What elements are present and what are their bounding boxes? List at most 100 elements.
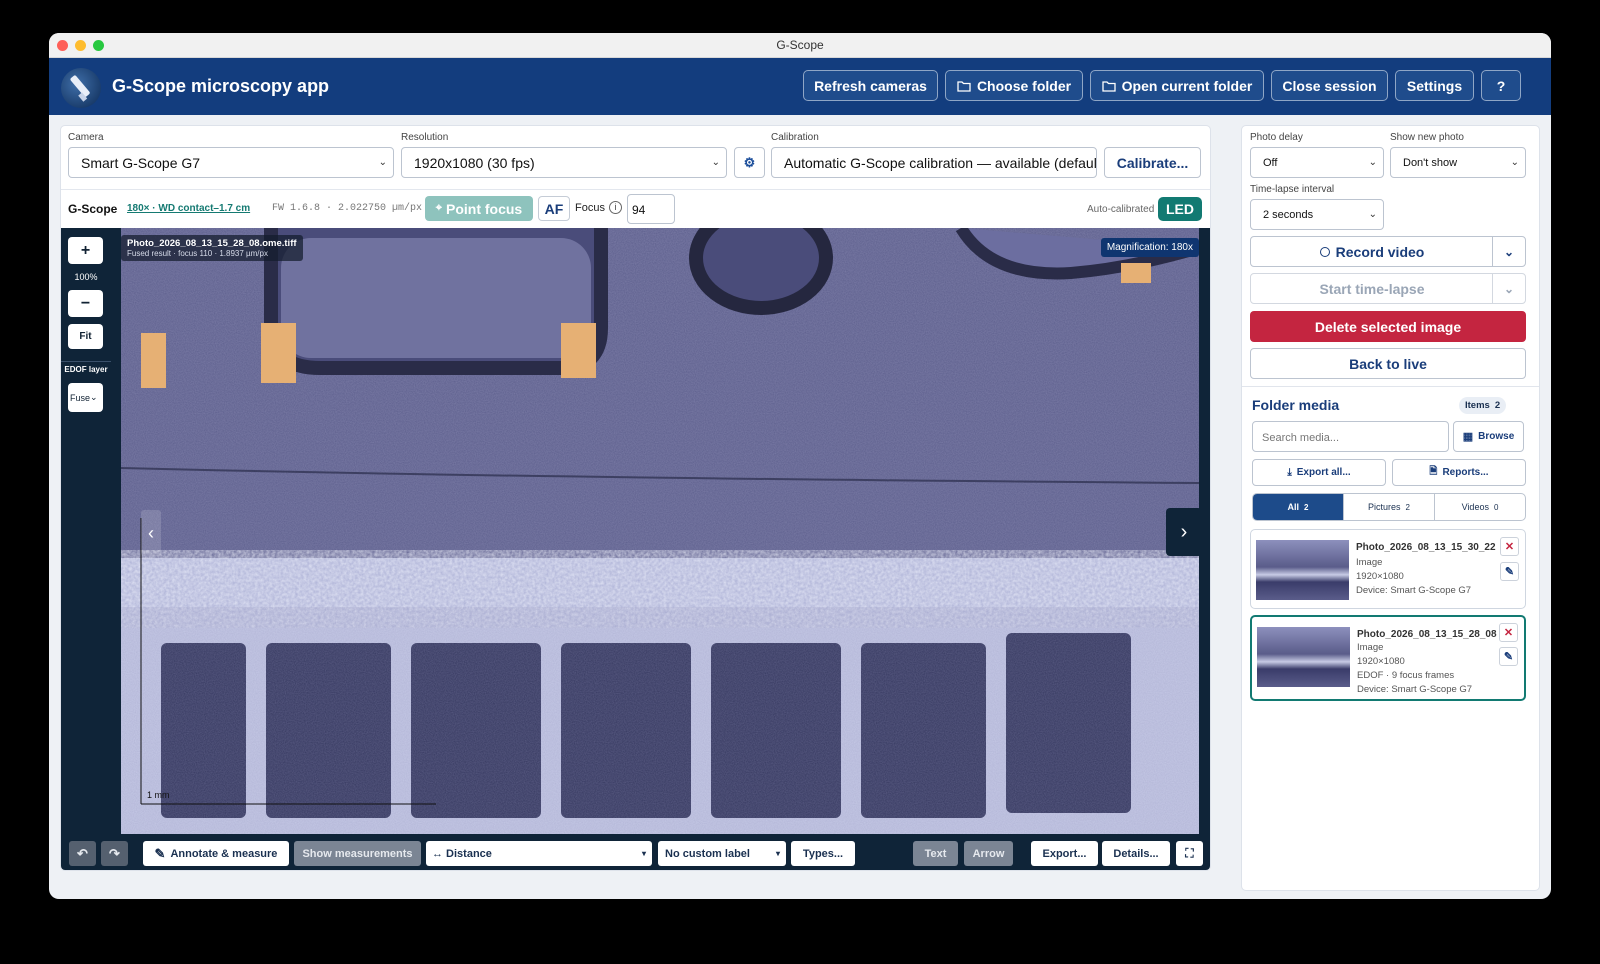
camera-settings-gear-button[interactable]: ⚙ — [734, 147, 765, 178]
info-icon[interactable]: i — [609, 201, 622, 214]
media-item-resolution: 1920×1080 — [1356, 571, 1404, 582]
custom-label-select[interactable]: No custom label ▾ — [658, 841, 786, 866]
redo-icon: ↷ — [109, 845, 120, 861]
image-viewer: + 100% − Fit EDOF layer Fuse ⌄ Photo_202… — [61, 228, 1210, 834]
media-search-input[interactable]: Search media... — [1252, 421, 1449, 452]
delete-media-button[interactable]: ✕ — [1499, 623, 1518, 642]
timelapse-interval-select[interactable]: 2 seconds ⌄ — [1250, 199, 1384, 230]
undo-icon: ↶ — [77, 845, 88, 861]
zoom-in-button[interactable]: + — [68, 237, 103, 264]
close-icon: ✕ — [1503, 627, 1514, 639]
side-panel: Photo delay Off ⌄ Show new photo Don't sh… — [1241, 125, 1540, 891]
zoom-out-button[interactable]: − — [68, 290, 103, 317]
fit-button[interactable]: Fit — [68, 324, 103, 349]
led-toggle[interactable]: LED — [1158, 197, 1202, 221]
point-focus-button[interactable]: ⌖ Point focus — [425, 196, 533, 221]
show-measurements-button[interactable]: Show measurements — [294, 841, 421, 866]
chevron-left-icon: ‹ — [148, 522, 154, 543]
export-all-button[interactable]: ⤓ Export all... — [1252, 459, 1386, 486]
magnification-badge: Magnification: 180x — [1100, 238, 1199, 257]
tab-all[interactable]: All 2 — [1253, 494, 1343, 520]
pencil-icon: ✎ — [1504, 566, 1515, 578]
previous-image-button[interactable]: ‹ — [141, 510, 161, 556]
fullscreen-button[interactable]: ⛶ — [1176, 841, 1203, 866]
show-new-photo-select[interactable]: Don't show ⌄ — [1390, 147, 1526, 178]
media-item-name: Photo_2026_08_13_15_30_22.jpg — [1356, 542, 1496, 553]
delete-media-button[interactable]: ✕ — [1500, 537, 1519, 556]
back-to-live-button[interactable]: Back to live — [1250, 348, 1526, 379]
media-thumbnail — [1256, 540, 1349, 600]
timelapse-options-chevron-icon[interactable]: ⌄ — [1492, 274, 1525, 303]
chevron-down-icon: ⌄ — [711, 157, 720, 168]
arrow-tool-button[interactable]: Arrow — [964, 841, 1013, 866]
document-icon: 🗎 — [1429, 466, 1438, 477]
photo-delay-select[interactable]: Off ⌄ — [1250, 147, 1384, 178]
close-window-button[interactable] — [57, 40, 68, 51]
media-item-edof: EDOF · 9 focus frames — [1357, 670, 1455, 681]
start-timelapse-button[interactable]: Start time-lapse ⌄ — [1250, 273, 1526, 304]
browse-button[interactable]: ▦ Browse — [1453, 421, 1524, 452]
text-tool-button[interactable]: Text — [913, 841, 958, 866]
calibrate-button[interactable]: Calibrate... — [1104, 147, 1201, 178]
microscope-image[interactable]: Photo_2026_08_13_15_28_08.ome.tiff Fused… — [121, 228, 1199, 834]
annotation-toolbar: ↶ ↷ ✎ Annotate & measure Show measurement… — [61, 834, 1210, 870]
close-session-button[interactable]: Close session — [1271, 70, 1388, 101]
media-item-type: Image — [1357, 642, 1384, 653]
calibration-select[interactable]: Automatic G-Scope calibration — availabl… — [771, 147, 1097, 178]
chevron-down-icon: ⌄ — [1368, 157, 1377, 168]
edit-media-button[interactable]: ✎ — [1500, 562, 1519, 581]
media-item[interactable]: Photo_2026_08_13_15_30_22.jpg Image 1920… — [1250, 529, 1526, 609]
titlebar: G-Scope — [49, 33, 1551, 58]
refresh-cameras-button[interactable]: Refresh cameras — [803, 70, 938, 101]
viewer-toolbar: + 100% − Fit EDOF layer Fuse ⌄ — [61, 228, 111, 834]
annotate-measure-button[interactable]: ✎ Annotate & measure — [143, 841, 289, 866]
pencil-icon: ✎ — [154, 845, 166, 861]
image-caption: Photo_2026_08_13_15_28_08.ome.tiff Fused… — [121, 235, 303, 261]
firmware-info: FW 1.6.8 · 2.022750 µm/px — [272, 203, 423, 214]
focus-label: Focus — [575, 202, 605, 214]
show-new-photo-label: Show new photo — [1390, 132, 1464, 143]
record-icon — [1319, 246, 1330, 257]
resolution-select[interactable]: 1920x1080 (30 fps) ⌄ — [401, 147, 727, 178]
open-current-folder-button[interactable]: Open current folder — [1090, 70, 1264, 101]
tab-videos[interactable]: Videos 0 — [1434, 494, 1525, 520]
edit-media-button[interactable]: ✎ — [1499, 647, 1518, 666]
minimize-window-button[interactable] — [75, 40, 86, 51]
app-header: G-Scope microscopy app Refresh cameras C… — [49, 58, 1551, 115]
measure-type-select[interactable]: ↔ Distance ▾ — [426, 841, 652, 866]
record-options-chevron-icon[interactable]: ⌄ — [1492, 237, 1525, 266]
resolution-label: Resolution — [401, 132, 449, 143]
close-icon: ✕ — [1504, 541, 1515, 553]
redo-button[interactable]: ↷ — [101, 841, 128, 866]
media-item-selected[interactable]: Photo_2026_08_13_15_28_08.ome.tiff Image… — [1250, 615, 1526, 701]
app-window: G-Scope G-Scope microscopy app Refresh c… — [49, 33, 1551, 899]
image-filename: Photo_2026_08_13_15_28_08.ome.tiff — [127, 238, 297, 249]
tab-pictures[interactable]: Pictures 2 — [1343, 494, 1434, 520]
next-image-button[interactable]: › — [1166, 508, 1199, 556]
settings-button[interactable]: Settings — [1395, 70, 1474, 101]
download-icon: ⤓ — [1287, 467, 1292, 478]
choose-folder-button[interactable]: Choose folder — [945, 70, 1083, 101]
magnification-link[interactable]: 180× · WD contact–1.7 cm — [127, 203, 250, 214]
main-panel: Camera Smart G-Scope G7 ⌄ Resolution 1920… — [60, 125, 1211, 871]
edof-layer-select[interactable]: Fuse ⌄ — [68, 383, 103, 412]
types-button[interactable]: Types... — [791, 841, 855, 866]
undo-button[interactable]: ↶ — [69, 841, 96, 866]
zoom-window-button[interactable] — [93, 40, 104, 51]
pencil-icon: ✎ — [1503, 651, 1514, 663]
record-video-button[interactable]: Record video ⌄ — [1250, 236, 1526, 267]
delete-selected-image-button[interactable]: Delete selected image — [1250, 311, 1526, 342]
focus-value-input[interactable]: 94 — [627, 194, 675, 224]
timelapse-interval-label: Time-lapse interval — [1250, 184, 1335, 195]
help-button[interactable]: ? — [1481, 70, 1521, 101]
crosshair-icon: ⌖ — [435, 202, 442, 214]
app-logo-icon — [61, 68, 101, 108]
media-filter-tabs: All 2 Pictures 2 Videos 0 — [1252, 493, 1526, 521]
camera-select[interactable]: Smart G-Scope G7 ⌄ — [68, 147, 394, 178]
reports-button[interactable]: 🗎 Reports... — [1392, 459, 1526, 486]
details-button[interactable]: Details... — [1102, 841, 1170, 866]
autofocus-button[interactable]: AF — [538, 196, 570, 221]
device-name: G-Scope — [68, 202, 118, 216]
chevron-down-icon: ⌄ — [378, 157, 387, 168]
export-button[interactable]: Export... — [1031, 841, 1098, 866]
